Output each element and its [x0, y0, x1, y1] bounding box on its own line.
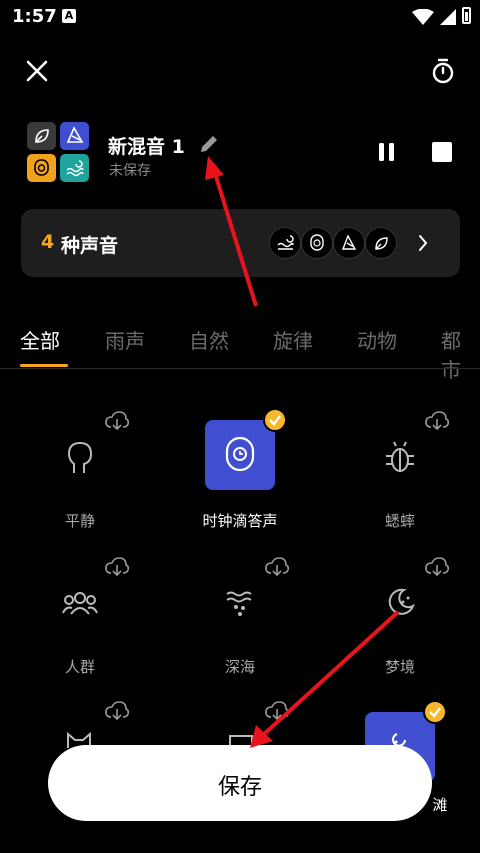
status-bar: 1:57 A — [0, 0, 480, 34]
mix-save-status: 未保存 — [109, 163, 151, 179]
tab-divider — [0, 368, 480, 369]
wifi-icon — [412, 9, 434, 25]
tab-city[interactable]: 都市 — [441, 325, 480, 383]
download-icon[interactable] — [424, 410, 450, 432]
bottom-edge — [0, 843, 480, 853]
status-time: 1:57 — [12, 6, 57, 27]
tab-nature[interactable]: 自然 — [189, 325, 229, 354]
leaf-icon — [27, 122, 56, 150]
sound-item-dream[interactable]: 梦境 — [340, 556, 460, 676]
clock-icon — [225, 436, 255, 472]
mini-wind-icon — [333, 227, 365, 259]
mini-leaf-icon — [365, 227, 397, 259]
download-icon[interactable] — [104, 700, 130, 722]
save-button-label: 保存 — [217, 775, 262, 800]
cellular-icon — [440, 9, 456, 25]
sound-label: 深海 — [224, 658, 255, 676]
mix-title: 新混音 1 — [108, 136, 185, 158]
download-icon[interactable] — [104, 410, 130, 432]
sound-label: 人群 — [64, 658, 95, 676]
stop-button[interactable] — [432, 142, 452, 162]
edit-pencil-icon[interactable] — [198, 133, 220, 155]
battery-icon — [462, 7, 471, 24]
selected-tile — [205, 420, 275, 490]
sound-item-cricket[interactable]: 蟋蟀 — [340, 410, 460, 530]
beach-icon — [60, 154, 89, 182]
sound-label: 时钟滴答声 — [202, 512, 278, 530]
download-icon[interactable] — [264, 556, 290, 578]
arrow-head-pencil — [205, 156, 224, 180]
tab-active-indicator — [20, 364, 68, 367]
sound-label: 梦境 — [384, 658, 415, 676]
sound-count-label: 种声音 — [61, 235, 119, 257]
checkmark-icon — [263, 408, 287, 432]
clock-icon — [27, 154, 56, 182]
tab-all[interactable]: 全部 — [20, 325, 60, 354]
tab-melody[interactable]: 旋律 — [273, 325, 313, 354]
sound-item-crowd[interactable]: 人群 — [20, 556, 140, 676]
sound-count-card[interactable]: 4 种声音 — [21, 209, 460, 277]
notification-icon: A — [62, 9, 76, 23]
mini-beach-icon — [269, 227, 301, 259]
sound-count: 4 — [41, 231, 55, 253]
mix-thumbnails — [27, 122, 91, 184]
download-icon[interactable] — [104, 556, 130, 578]
sound-label: 蟋蟀 — [384, 512, 415, 530]
timer-icon[interactable] — [428, 56, 458, 86]
download-icon[interactable] — [264, 700, 290, 722]
pause-button[interactable] — [376, 140, 398, 164]
tab-animal[interactable]: 动物 — [357, 325, 397, 354]
bug-icon — [386, 441, 414, 472]
tab-rain[interactable]: 雨声 — [105, 325, 145, 354]
wind-icon — [60, 122, 89, 150]
crowd-icon — [62, 592, 98, 615]
chevron-right-icon — [419, 235, 428, 251]
save-button[interactable]: 保存 — [48, 745, 432, 821]
checkmark-icon — [423, 700, 447, 724]
sound-label: 平静 — [64, 512, 95, 530]
sound-item-deep-sea[interactable]: 深海 — [180, 556, 300, 676]
close-icon[interactable] — [22, 56, 52, 86]
sound-item-clock[interactable]: 时钟滴答声 — [180, 408, 300, 530]
mini-clock-icon — [301, 227, 333, 259]
sound-item-calm[interactable]: 平静 — [20, 410, 140, 530]
deep-sea-icon — [226, 591, 252, 616]
head-icon — [67, 442, 93, 473]
moon-icon — [388, 588, 415, 615]
download-icon[interactable] — [424, 556, 450, 578]
